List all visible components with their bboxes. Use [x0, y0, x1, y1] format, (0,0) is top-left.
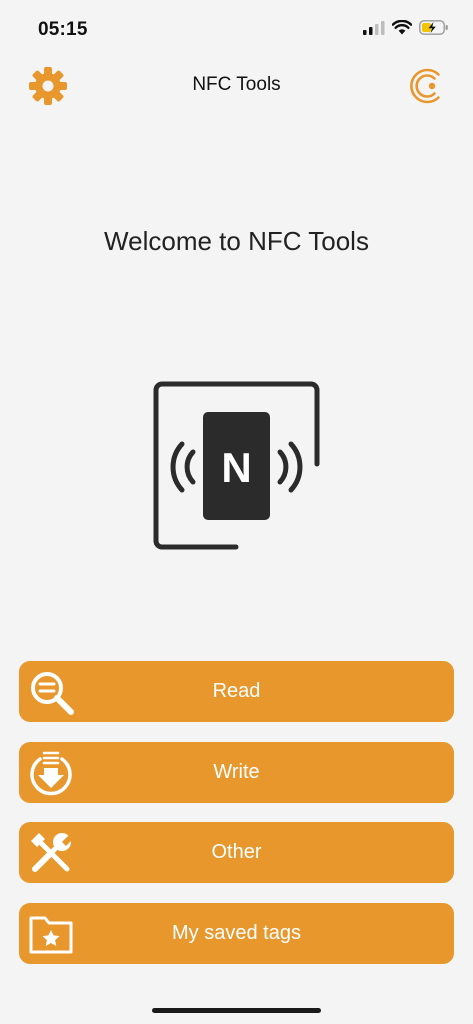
read-button-label: Read	[212, 680, 261, 702]
write-button-label: Write	[213, 760, 260, 783]
brand-logo-icon	[410, 68, 440, 104]
status-time: 05:15	[38, 19, 88, 40]
battery-charging-icon	[419, 20, 448, 35]
status-bar: 05:15	[0, 0, 473, 54]
other-button[interactable]: Other	[19, 822, 454, 883]
write-button[interactable]: Write	[19, 741, 454, 803]
nav-title: NFC Tools	[192, 74, 281, 95]
saved-tags-button-label: My saved tags	[172, 921, 301, 944]
nfc-phone-icon: N	[153, 381, 320, 550]
other-button-label: Other	[211, 841, 262, 863]
home-indicator[interactable]	[152, 1008, 321, 1013]
read-button[interactable]: Read	[19, 661, 454, 722]
welcome-heading: Welcome to NFC Tools	[104, 226, 369, 256]
nav-bar: NFC Tools	[0, 60, 473, 110]
cellular-signal-icon	[363, 20, 385, 35]
saved-tags-button[interactable]: My saved tags	[19, 902, 454, 964]
status-icons	[363, 20, 449, 35]
action-list: Read Write Other My saved tags	[19, 661, 454, 983]
nfc-illustration: N	[150, 380, 325, 555]
wifi-icon	[392, 20, 412, 35]
brand-logo-button[interactable]	[405, 64, 449, 108]
nfc-letter: N	[221, 444, 251, 491]
